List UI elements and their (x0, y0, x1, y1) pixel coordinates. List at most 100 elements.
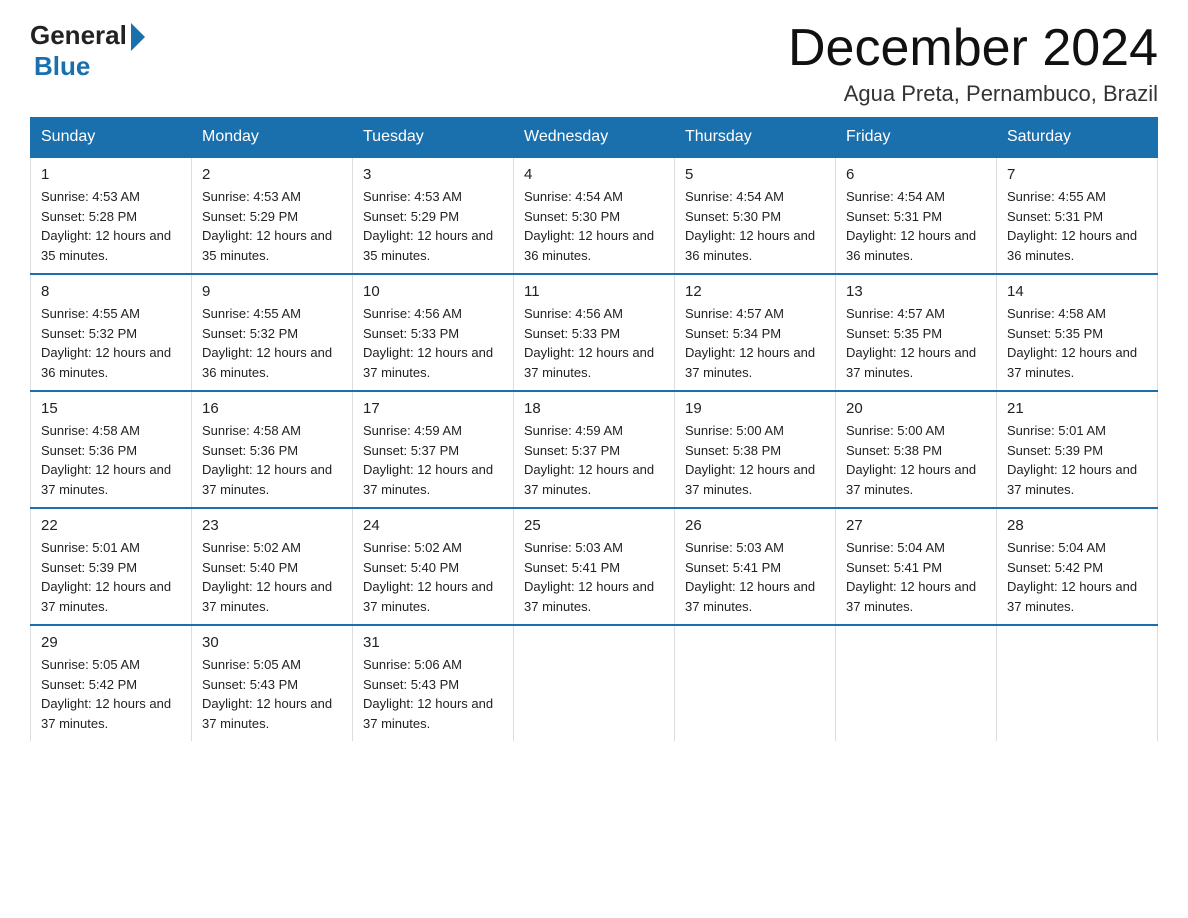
day-number: 18 (524, 400, 664, 417)
day-info: Sunrise: 5:04 AMSunset: 5:42 PMDaylight:… (1007, 538, 1147, 616)
day-number: 17 (363, 400, 503, 417)
day-number: 20 (846, 400, 986, 417)
calendar-header-saturday: Saturday (997, 118, 1158, 158)
calendar-cell: 18 Sunrise: 4:59 AMSunset: 5:37 PMDaylig… (514, 391, 675, 508)
day-info: Sunrise: 4:56 AMSunset: 5:33 PMDaylight:… (363, 304, 503, 382)
day-info: Sunrise: 5:06 AMSunset: 5:43 PMDaylight:… (363, 655, 503, 733)
calendar-cell: 15 Sunrise: 4:58 AMSunset: 5:36 PMDaylig… (31, 391, 192, 508)
calendar-week-row: 8 Sunrise: 4:55 AMSunset: 5:32 PMDayligh… (31, 274, 1158, 391)
day-info: Sunrise: 4:58 AMSunset: 5:35 PMDaylight:… (1007, 304, 1147, 382)
day-number: 28 (1007, 517, 1147, 534)
day-info: Sunrise: 4:55 AMSunset: 5:32 PMDaylight:… (202, 304, 342, 382)
day-info: Sunrise: 4:53 AMSunset: 5:28 PMDaylight:… (41, 187, 181, 265)
day-info: Sunrise: 4:53 AMSunset: 5:29 PMDaylight:… (363, 187, 503, 265)
day-info: Sunrise: 5:05 AMSunset: 5:43 PMDaylight:… (202, 655, 342, 733)
calendar-cell: 7 Sunrise: 4:55 AMSunset: 5:31 PMDayligh… (997, 157, 1158, 274)
day-info: Sunrise: 5:00 AMSunset: 5:38 PMDaylight:… (846, 421, 986, 499)
title-section: December 2024 Agua Preta, Pernambuco, Br… (788, 20, 1158, 107)
calendar-header-wednesday: Wednesday (514, 118, 675, 158)
calendar-cell: 1 Sunrise: 4:53 AMSunset: 5:28 PMDayligh… (31, 157, 192, 274)
day-info: Sunrise: 5:02 AMSunset: 5:40 PMDaylight:… (363, 538, 503, 616)
day-number: 21 (1007, 400, 1147, 417)
day-info: Sunrise: 4:58 AMSunset: 5:36 PMDaylight:… (41, 421, 181, 499)
calendar-cell: 14 Sunrise: 4:58 AMSunset: 5:35 PMDaylig… (997, 274, 1158, 391)
month-title: December 2024 (788, 20, 1158, 77)
day-number: 16 (202, 400, 342, 417)
day-info: Sunrise: 5:03 AMSunset: 5:41 PMDaylight:… (524, 538, 664, 616)
calendar-cell: 13 Sunrise: 4:57 AMSunset: 5:35 PMDaylig… (836, 274, 997, 391)
logo-blue-text: Blue (34, 51, 90, 82)
day-info: Sunrise: 4:57 AMSunset: 5:35 PMDaylight:… (846, 304, 986, 382)
calendar-week-row: 22 Sunrise: 5:01 AMSunset: 5:39 PMDaylig… (31, 508, 1158, 625)
day-info: Sunrise: 5:03 AMSunset: 5:41 PMDaylight:… (685, 538, 825, 616)
calendar-header-row: SundayMondayTuesdayWednesdayThursdayFrid… (31, 118, 1158, 158)
day-number: 19 (685, 400, 825, 417)
calendar-cell: 26 Sunrise: 5:03 AMSunset: 5:41 PMDaylig… (675, 508, 836, 625)
day-info: Sunrise: 4:55 AMSunset: 5:32 PMDaylight:… (41, 304, 181, 382)
calendar-header-monday: Monday (192, 118, 353, 158)
calendar-cell: 11 Sunrise: 4:56 AMSunset: 5:33 PMDaylig… (514, 274, 675, 391)
day-number: 13 (846, 283, 986, 300)
location-text: Agua Preta, Pernambuco, Brazil (788, 81, 1158, 107)
day-info: Sunrise: 5:02 AMSunset: 5:40 PMDaylight:… (202, 538, 342, 616)
logo-general-text: General (30, 20, 127, 51)
day-number: 14 (1007, 283, 1147, 300)
calendar-week-row: 15 Sunrise: 4:58 AMSunset: 5:36 PMDaylig… (31, 391, 1158, 508)
day-info: Sunrise: 5:01 AMSunset: 5:39 PMDaylight:… (41, 538, 181, 616)
calendar-cell: 2 Sunrise: 4:53 AMSunset: 5:29 PMDayligh… (192, 157, 353, 274)
day-info: Sunrise: 4:58 AMSunset: 5:36 PMDaylight:… (202, 421, 342, 499)
calendar-cell: 9 Sunrise: 4:55 AMSunset: 5:32 PMDayligh… (192, 274, 353, 391)
calendar-cell: 6 Sunrise: 4:54 AMSunset: 5:31 PMDayligh… (836, 157, 997, 274)
day-number: 23 (202, 517, 342, 534)
calendar-cell: 16 Sunrise: 4:58 AMSunset: 5:36 PMDaylig… (192, 391, 353, 508)
day-info: Sunrise: 5:01 AMSunset: 5:39 PMDaylight:… (1007, 421, 1147, 499)
calendar-cell: 8 Sunrise: 4:55 AMSunset: 5:32 PMDayligh… (31, 274, 192, 391)
day-number: 22 (41, 517, 181, 534)
calendar-header-thursday: Thursday (675, 118, 836, 158)
calendar-cell: 28 Sunrise: 5:04 AMSunset: 5:42 PMDaylig… (997, 508, 1158, 625)
day-info: Sunrise: 4:53 AMSunset: 5:29 PMDaylight:… (202, 187, 342, 265)
day-number: 29 (41, 634, 181, 651)
calendar-cell: 17 Sunrise: 4:59 AMSunset: 5:37 PMDaylig… (353, 391, 514, 508)
calendar-cell: 3 Sunrise: 4:53 AMSunset: 5:29 PMDayligh… (353, 157, 514, 274)
calendar-cell (997, 625, 1158, 741)
calendar-header-friday: Friday (836, 118, 997, 158)
day-number: 7 (1007, 166, 1147, 183)
day-info: Sunrise: 5:04 AMSunset: 5:41 PMDaylight:… (846, 538, 986, 616)
logo-arrow-icon (131, 23, 145, 51)
day-number: 31 (363, 634, 503, 651)
calendar-cell: 12 Sunrise: 4:57 AMSunset: 5:34 PMDaylig… (675, 274, 836, 391)
page-header: General Blue December 2024 Agua Preta, P… (30, 20, 1158, 107)
calendar-cell: 21 Sunrise: 5:01 AMSunset: 5:39 PMDaylig… (997, 391, 1158, 508)
day-info: Sunrise: 4:54 AMSunset: 5:30 PMDaylight:… (524, 187, 664, 265)
calendar-cell: 19 Sunrise: 5:00 AMSunset: 5:38 PMDaylig… (675, 391, 836, 508)
day-info: Sunrise: 4:54 AMSunset: 5:31 PMDaylight:… (846, 187, 986, 265)
calendar-cell: 20 Sunrise: 5:00 AMSunset: 5:38 PMDaylig… (836, 391, 997, 508)
day-number: 27 (846, 517, 986, 534)
calendar-cell: 29 Sunrise: 5:05 AMSunset: 5:42 PMDaylig… (31, 625, 192, 741)
day-number: 9 (202, 283, 342, 300)
calendar-cell: 10 Sunrise: 4:56 AMSunset: 5:33 PMDaylig… (353, 274, 514, 391)
day-number: 5 (685, 166, 825, 183)
day-info: Sunrise: 4:59 AMSunset: 5:37 PMDaylight:… (363, 421, 503, 499)
calendar-cell: 24 Sunrise: 5:02 AMSunset: 5:40 PMDaylig… (353, 508, 514, 625)
day-number: 12 (685, 283, 825, 300)
day-number: 6 (846, 166, 986, 183)
logo: General Blue (30, 20, 145, 82)
day-number: 10 (363, 283, 503, 300)
day-number: 8 (41, 283, 181, 300)
calendar-cell: 4 Sunrise: 4:54 AMSunset: 5:30 PMDayligh… (514, 157, 675, 274)
calendar-cell: 25 Sunrise: 5:03 AMSunset: 5:41 PMDaylig… (514, 508, 675, 625)
calendar-cell: 5 Sunrise: 4:54 AMSunset: 5:30 PMDayligh… (675, 157, 836, 274)
day-number: 25 (524, 517, 664, 534)
day-number: 3 (363, 166, 503, 183)
calendar-cell: 31 Sunrise: 5:06 AMSunset: 5:43 PMDaylig… (353, 625, 514, 741)
calendar-cell: 23 Sunrise: 5:02 AMSunset: 5:40 PMDaylig… (192, 508, 353, 625)
day-number: 24 (363, 517, 503, 534)
day-number: 4 (524, 166, 664, 183)
calendar-week-row: 1 Sunrise: 4:53 AMSunset: 5:28 PMDayligh… (31, 157, 1158, 274)
day-info: Sunrise: 5:05 AMSunset: 5:42 PMDaylight:… (41, 655, 181, 733)
day-info: Sunrise: 4:57 AMSunset: 5:34 PMDaylight:… (685, 304, 825, 382)
day-info: Sunrise: 5:00 AMSunset: 5:38 PMDaylight:… (685, 421, 825, 499)
calendar-week-row: 29 Sunrise: 5:05 AMSunset: 5:42 PMDaylig… (31, 625, 1158, 741)
